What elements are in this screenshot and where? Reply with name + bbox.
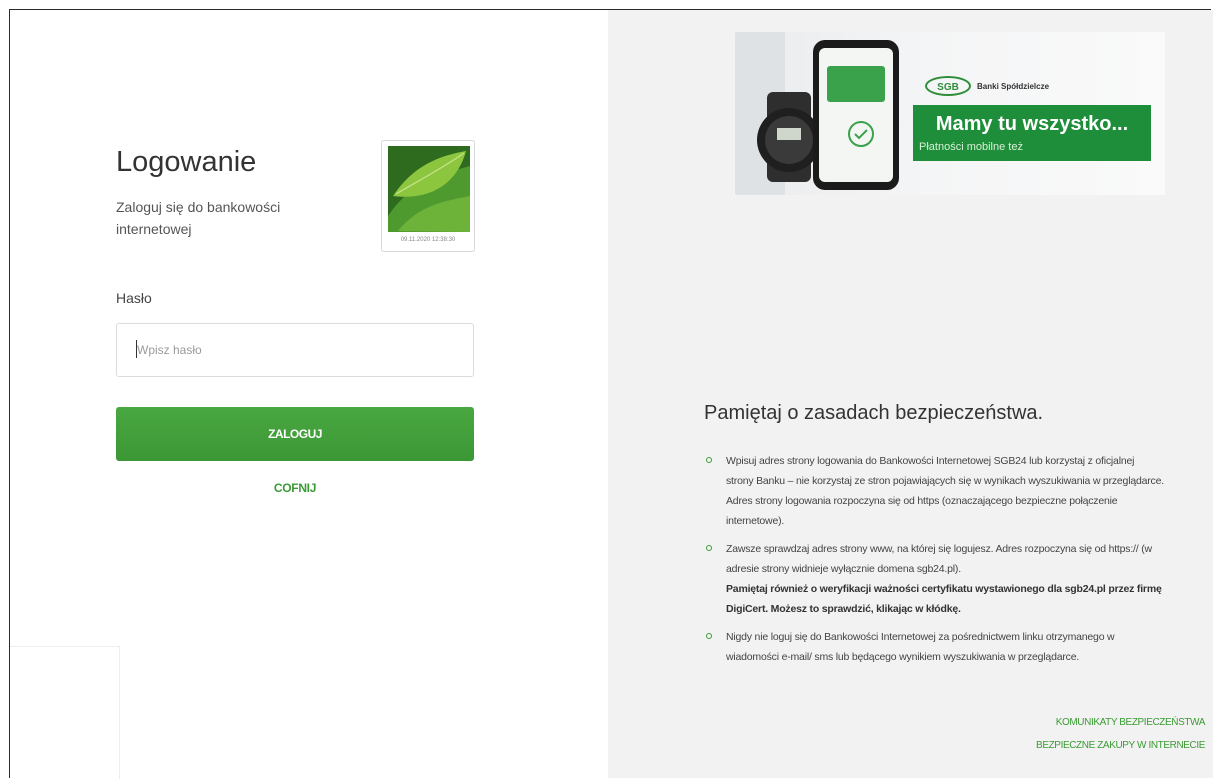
security-rule-text: Nigdy nie loguj się do Bankowości Intern… bbox=[726, 631, 1115, 663]
leaf-image-icon bbox=[388, 146, 470, 232]
login-subtitle: Zaloguj się do bankowości internetowej bbox=[116, 199, 281, 237]
sgb-logo: SGB bbox=[925, 76, 971, 96]
login-button[interactable]: ZALOGUJ bbox=[116, 407, 474, 461]
security-title: Pamiętaj o zasadach bezpieczeństwa. bbox=[704, 402, 1044, 424]
security-rules-list: Wpisuj adres strony logowania do Bankowo… bbox=[704, 451, 1164, 675]
security-rule: Nigdy nie loguj się do Bankowości Intern… bbox=[704, 627, 1164, 667]
password-input[interactable] bbox=[116, 323, 474, 377]
banner-brand: Banki Spółdzielcze bbox=[977, 82, 1050, 91]
security-rule-emphasis: Pamiętaj również o weryfikacji ważności … bbox=[726, 583, 1162, 615]
security-rule-text: Wpisuj adres strony logowania do Bankowo… bbox=[726, 455, 1164, 527]
security-rule-text: Zawsze sprawdzaj adres strony www, na kt… bbox=[726, 543, 1152, 575]
bullet-circle-icon bbox=[706, 457, 712, 463]
back-link[interactable]: COFNIJ bbox=[116, 481, 474, 495]
bullet-circle-icon bbox=[706, 545, 712, 551]
safe-shopping-link[interactable]: BEZPIECZNE ZAKUPY W INTERNECIE bbox=[905, 740, 1205, 751]
security-rule: Wpisuj adres strony logowania do Bankowo… bbox=[704, 451, 1164, 531]
banner-subline: Płatności mobilne też bbox=[919, 141, 1023, 153]
security-image-card: 09.11.2020 12:38:30 bbox=[381, 140, 475, 252]
bottom-left-box bbox=[10, 646, 120, 779]
security-messages-link[interactable]: KOMUNIKATY BEZPIECZEŃSTWA bbox=[905, 717, 1206, 728]
bullet-circle-icon bbox=[706, 633, 712, 639]
security-image-date: 09.11.2020 12:38:30 bbox=[400, 237, 456, 243]
promo-banner[interactable]: SGB Banki Spółdzielcze Mamy tu wszystko.… bbox=[735, 32, 1165, 195]
smartwatch-phone-illustration bbox=[735, 32, 899, 195]
page-title: Logowanie bbox=[116, 146, 257, 178]
banner-headline: Mamy tu wszystko... bbox=[935, 113, 1129, 135]
text-caret bbox=[136, 340, 137, 358]
password-label: Hasło bbox=[116, 290, 152, 306]
info-panel: SGB Banki Spółdzielcze Mamy tu wszystko.… bbox=[608, 10, 1213, 778]
security-rule: Zawsze sprawdzaj adres strony www, na kt… bbox=[704, 539, 1164, 619]
